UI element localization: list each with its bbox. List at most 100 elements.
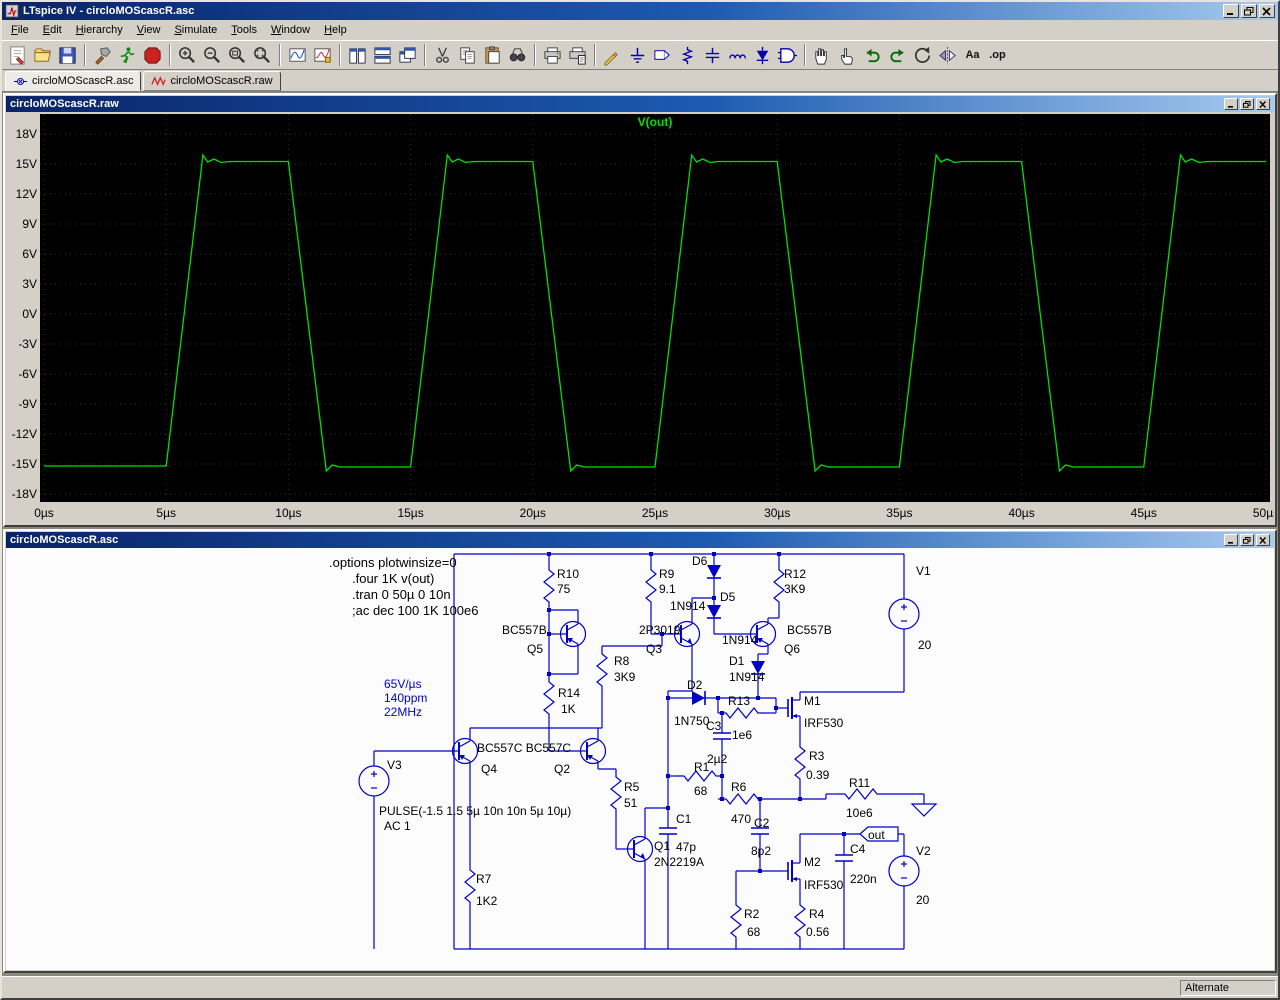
schematic-window-titlebar[interactable]: circloMOScascR.asc [6, 532, 1274, 548]
toolbar-zoom-in-button[interactable] [175, 43, 200, 67]
menu-hierarchy[interactable]: Hierarchy [69, 21, 130, 39]
svg-text:V3: V3 [387, 758, 402, 772]
toolbar-paste-button[interactable] [480, 43, 505, 67]
toolbar-inductor-button[interactable] [725, 43, 750, 67]
svg-text:V2: V2 [916, 844, 931, 858]
toolbar-capacitor-button[interactable] [700, 43, 725, 67]
toolbar-mirror-button[interactable] [935, 43, 960, 67]
svg-text:C1: C1 [676, 812, 692, 826]
svg-text:R1: R1 [694, 760, 710, 774]
tab-circloMOScascR.asc[interactable]: circloMOScascR.asc [5, 71, 142, 91]
svg-text:;ac dec 100 1K 100e6: ;ac dec 100 1K 100e6 [352, 603, 479, 618]
waveform-minimize-button[interactable] [1224, 98, 1238, 110]
menu-edit[interactable]: Edit [36, 21, 69, 39]
toolbar-drag-button[interactable] [835, 43, 860, 67]
toolbar-text-button[interactable]: Aa [960, 43, 985, 67]
menu-file[interactable]: File [4, 21, 36, 39]
svg-text:-6V: -6V [18, 367, 37, 381]
toolbar-print-button[interactable] [540, 43, 565, 67]
svg-text:18V: 18V [16, 127, 37, 141]
menu-view[interactable]: View [130, 21, 168, 39]
toolbar-redo-button[interactable] [885, 43, 910, 67]
toolbar-separator [534, 44, 536, 66]
toolbar-copy-button[interactable] [455, 43, 480, 67]
toolbar-zoom-out-button[interactable] [200, 43, 225, 67]
toolbar-zoom-extents-button[interactable] [225, 43, 250, 67]
resistor-icon [681, 46, 694, 64]
waveform-window-titlebar[interactable]: circloMOScascR.raw [6, 96, 1274, 112]
toolbar-cascade-button[interactable] [395, 43, 420, 67]
toolbar-run-button[interactable] [115, 43, 140, 67]
toolbar-component-button[interactable] [775, 43, 800, 67]
toolbar-autorange-y-button[interactable] [285, 43, 310, 67]
schematic-minimize-button[interactable] [1224, 534, 1238, 546]
redo-icon [890, 48, 904, 62]
inductor-icon [729, 53, 746, 58]
schematic-close-button[interactable] [1256, 534, 1270, 546]
minimize-button[interactable] [1223, 4, 1239, 18]
toolbar-spice-directive-button[interactable]: .op [985, 43, 1010, 67]
svg-text:20: 20 [918, 638, 932, 652]
tab-circloMOScascR.raw[interactable]: circloMOScascR.raw [143, 71, 281, 91]
svg-text:25µs: 25µs [642, 506, 668, 520]
ground-icon [630, 47, 645, 63]
toolbar-tile-vertical-button[interactable] [345, 43, 370, 67]
mirror-icon [939, 46, 956, 64]
schematic-canvas[interactable]: .options plotwinsize=0 .four 1K v(out) .tr… [6, 548, 1274, 970]
cascade-icon [399, 46, 416, 63]
toolbar-diode-button[interactable] [750, 43, 775, 67]
toolbar-control-panel-button[interactable] [90, 43, 115, 67]
toolbar-find-button[interactable] [505, 43, 530, 67]
toolbar-net-label-button[interactable] [650, 43, 675, 67]
svg-text:6V: 6V [22, 247, 37, 261]
svg-text:1e6: 1e6 [732, 728, 752, 742]
svg-text:47p: 47p [676, 840, 696, 854]
svg-text:Q4: Q4 [481, 762, 497, 776]
svg-text:M2: M2 [804, 855, 821, 869]
toolbar-wire-button[interactable] [600, 43, 625, 67]
toolbar-save-button[interactable] [55, 43, 80, 67]
status-bar: Alternate [2, 976, 1278, 998]
toolbar-zoom-fit-button[interactable] [250, 43, 275, 67]
zoom-out-icon [204, 46, 220, 63]
menu-simulate[interactable]: Simulate [167, 21, 224, 39]
toolbar-undo-button[interactable] [860, 43, 885, 67]
svg-text:out: out [868, 828, 885, 842]
svg-text:15V: 15V [16, 157, 37, 171]
waveform-close-button[interactable] [1256, 98, 1270, 110]
toolbar-tile-horizontal-button[interactable] [370, 43, 395, 67]
menu-help[interactable]: Help [317, 21, 354, 39]
toolbar-cut-button[interactable] [430, 43, 455, 67]
toolbar-rotate-button[interactable] [910, 43, 935, 67]
waveform-restore-button[interactable] [1240, 98, 1254, 110]
mdi-workspace: circloMOScascR.raw V(out) 18V 15V 12V 9V 6V 3V… [2, 92, 1278, 976]
toolbar-separator [169, 44, 171, 66]
svg-text:8p2: 8p2 [751, 844, 771, 858]
svg-text:1K: 1K [561, 702, 576, 716]
menu-tools[interactable]: Tools [224, 21, 264, 39]
toolbar-separator [339, 44, 341, 66]
svg-text:15µs: 15µs [397, 506, 423, 520]
svg-text:C2: C2 [754, 816, 770, 830]
toolbar-plot-settings-button[interactable] [310, 43, 335, 67]
toolbar-move-button[interactable] [810, 43, 835, 67]
svg-text:IRF530: IRF530 [804, 878, 844, 892]
toolbar-new-schematic-button[interactable] [5, 43, 30, 67]
restore-button[interactable] [1241, 4, 1257, 18]
svg-text:.four 1K v(out): .four 1K v(out) [352, 571, 434, 586]
toolbar-print-preview-button[interactable] [565, 43, 590, 67]
toolbar-open-button[interactable] [30, 43, 55, 67]
toolbar-resistor-button[interactable] [675, 43, 700, 67]
find-icon [509, 47, 526, 61]
svg-text:.options plotwinsize=0: .options plotwinsize=0 [329, 555, 457, 570]
svg-text:22MHz: 22MHz [384, 705, 422, 719]
svg-text:12V: 12V [16, 187, 37, 201]
menu-window[interactable]: Window [264, 21, 317, 39]
svg-text:65V/µs: 65V/µs [384, 677, 422, 691]
waveform-plot[interactable]: V(out) 18V 15V 12V 9V 6V 3V 0V -3V -6V -9V -12V -15V… [6, 112, 1274, 524]
close-button[interactable] [1259, 4, 1275, 18]
schematic-restore-button[interactable] [1240, 534, 1254, 546]
toolbar-ground-button[interactable] [625, 43, 650, 67]
toolbar-halt-button[interactable] [140, 43, 165, 67]
title-bar[interactable]: LTspice IV - circloMOScascR.asc [2, 2, 1278, 20]
